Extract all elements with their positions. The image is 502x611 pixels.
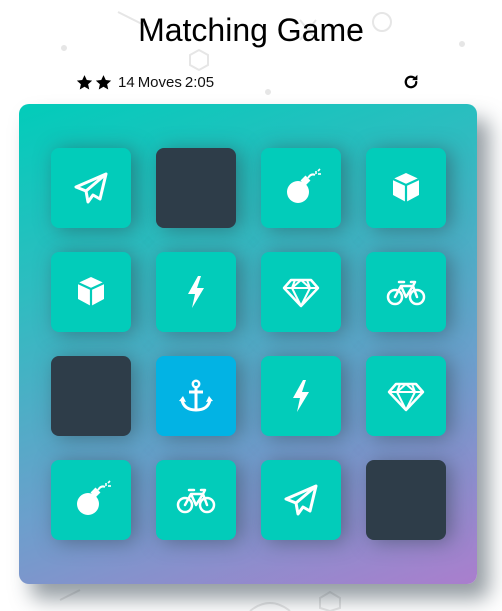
paper-plane-icon [284,484,318,516]
star-icon [76,74,93,90]
page-title: Matching Game [138,12,364,48]
card-match[interactable] [261,252,341,332]
card-match[interactable] [156,252,236,332]
bolt-icon [293,380,309,412]
card-closed[interactable] [156,148,236,228]
card-match[interactable] [261,148,341,228]
timer: 2:05 [184,73,215,91]
bicycle-icon [176,488,216,514]
cube-icon [392,173,420,202]
star-icon [95,74,112,90]
card-match[interactable] [51,460,131,540]
card-closed[interactable] [366,460,446,540]
star-rating [76,74,112,91]
card-match[interactable] [51,252,131,332]
paper-plane-icon [74,172,108,204]
bomb-icon [287,168,321,203]
moves-count: 14 [118,73,135,91]
bicycle-icon [386,280,426,306]
diamond-icon [282,278,320,308]
card-match[interactable] [261,460,341,540]
restart-icon[interactable] [402,73,420,91]
card-match[interactable] [51,148,131,228]
card-open[interactable] [156,356,236,436]
bomb-icon [77,480,111,515]
card-match[interactable] [261,356,341,436]
bolt-icon [188,276,204,308]
score-panel: 14 Moves 2:05 [76,70,426,94]
moves-label: Moves [137,73,182,91]
cube-icon [77,277,105,306]
card-match[interactable] [366,252,446,332]
anchor-icon [179,379,213,412]
card-match[interactable] [366,356,446,436]
card-deck [19,104,477,584]
card-closed[interactable] [51,356,131,436]
card-match[interactable] [366,148,446,228]
card-match[interactable] [156,460,236,540]
diamond-icon [387,382,425,412]
